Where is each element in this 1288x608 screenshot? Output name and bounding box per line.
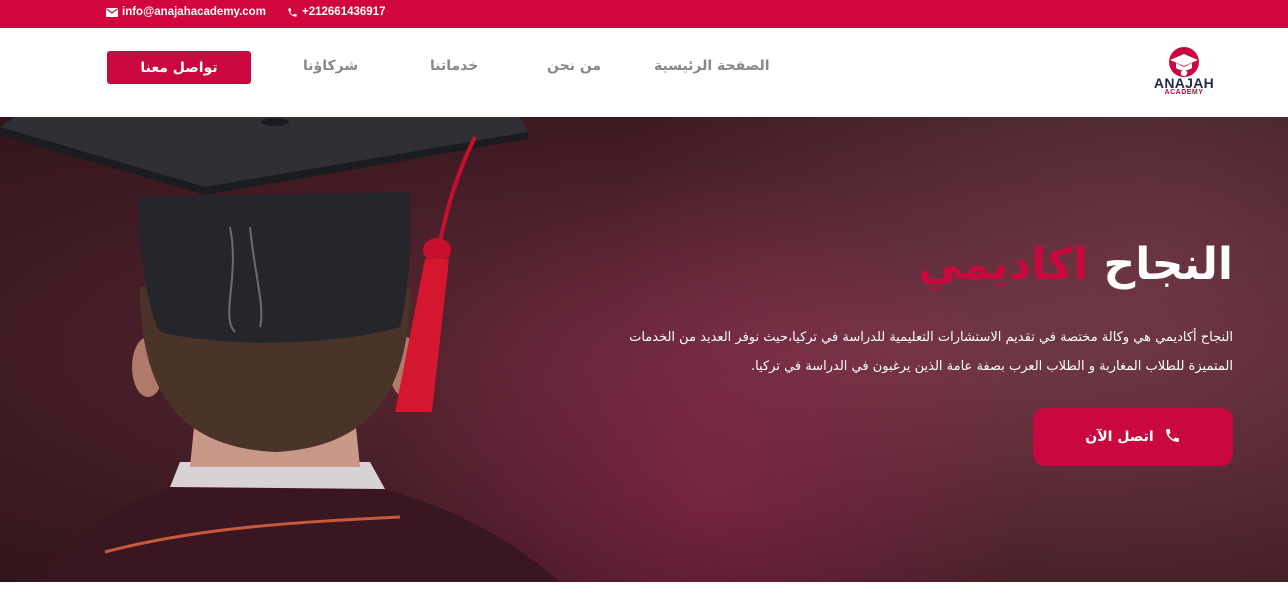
nav-item-services[interactable]: خدماتنا <box>430 58 478 74</box>
call-now-button[interactable]: اتصل الآن <box>1033 408 1233 466</box>
navbar: تواصل معنا شركاؤنا خدماتنا من نحن الصفحة… <box>0 28 1288 117</box>
envelope-icon <box>106 7 118 17</box>
hero-description: النجاح أكاديمي هي وكالة مختصة في تقديم ا… <box>629 330 1233 374</box>
top-contact-bar: info@anajahacademy.com +212661436917 <box>0 0 1288 28</box>
graduation-cap-logo-icon <box>1169 47 1199 77</box>
contact-us-button[interactable]: تواصل معنا <box>107 51 251 84</box>
email-text: info@anajahacademy.com <box>122 6 266 18</box>
hero-section: النجاح اكاديمي النجاح أكاديمي هي وكالة م… <box>0 117 1288 582</box>
nav-item-partners[interactable]: شركاؤنا <box>303 58 358 74</box>
hero-title: النجاح اكاديمي <box>918 235 1233 295</box>
logo-name: ANAJAH <box>1153 75 1215 91</box>
site-logo[interactable]: ANAJAH ACADEMY <box>1150 46 1218 100</box>
email-contact[interactable]: info@anajahacademy.com <box>106 6 266 18</box>
nav-item-home[interactable]: الصفحة الرئيسية <box>654 58 770 74</box>
hero-title-word-1: النجاح <box>1103 239 1233 290</box>
phone-icon <box>1164 427 1181 448</box>
hero-title-word-2: اكاديمي <box>917 239 1089 290</box>
phone-text: +212661436917 <box>302 6 386 18</box>
phone-contact[interactable]: +212661436917 <box>287 6 385 18</box>
nav-item-about[interactable]: من نحن <box>547 58 601 74</box>
page-bottom-strip <box>0 582 1288 608</box>
call-now-label: اتصل الآن <box>1085 429 1154 445</box>
phone-icon <box>287 7 298 18</box>
logo-subtitle: ACADEMY <box>1164 89 1204 96</box>
graduate-photo <box>0 117 560 582</box>
